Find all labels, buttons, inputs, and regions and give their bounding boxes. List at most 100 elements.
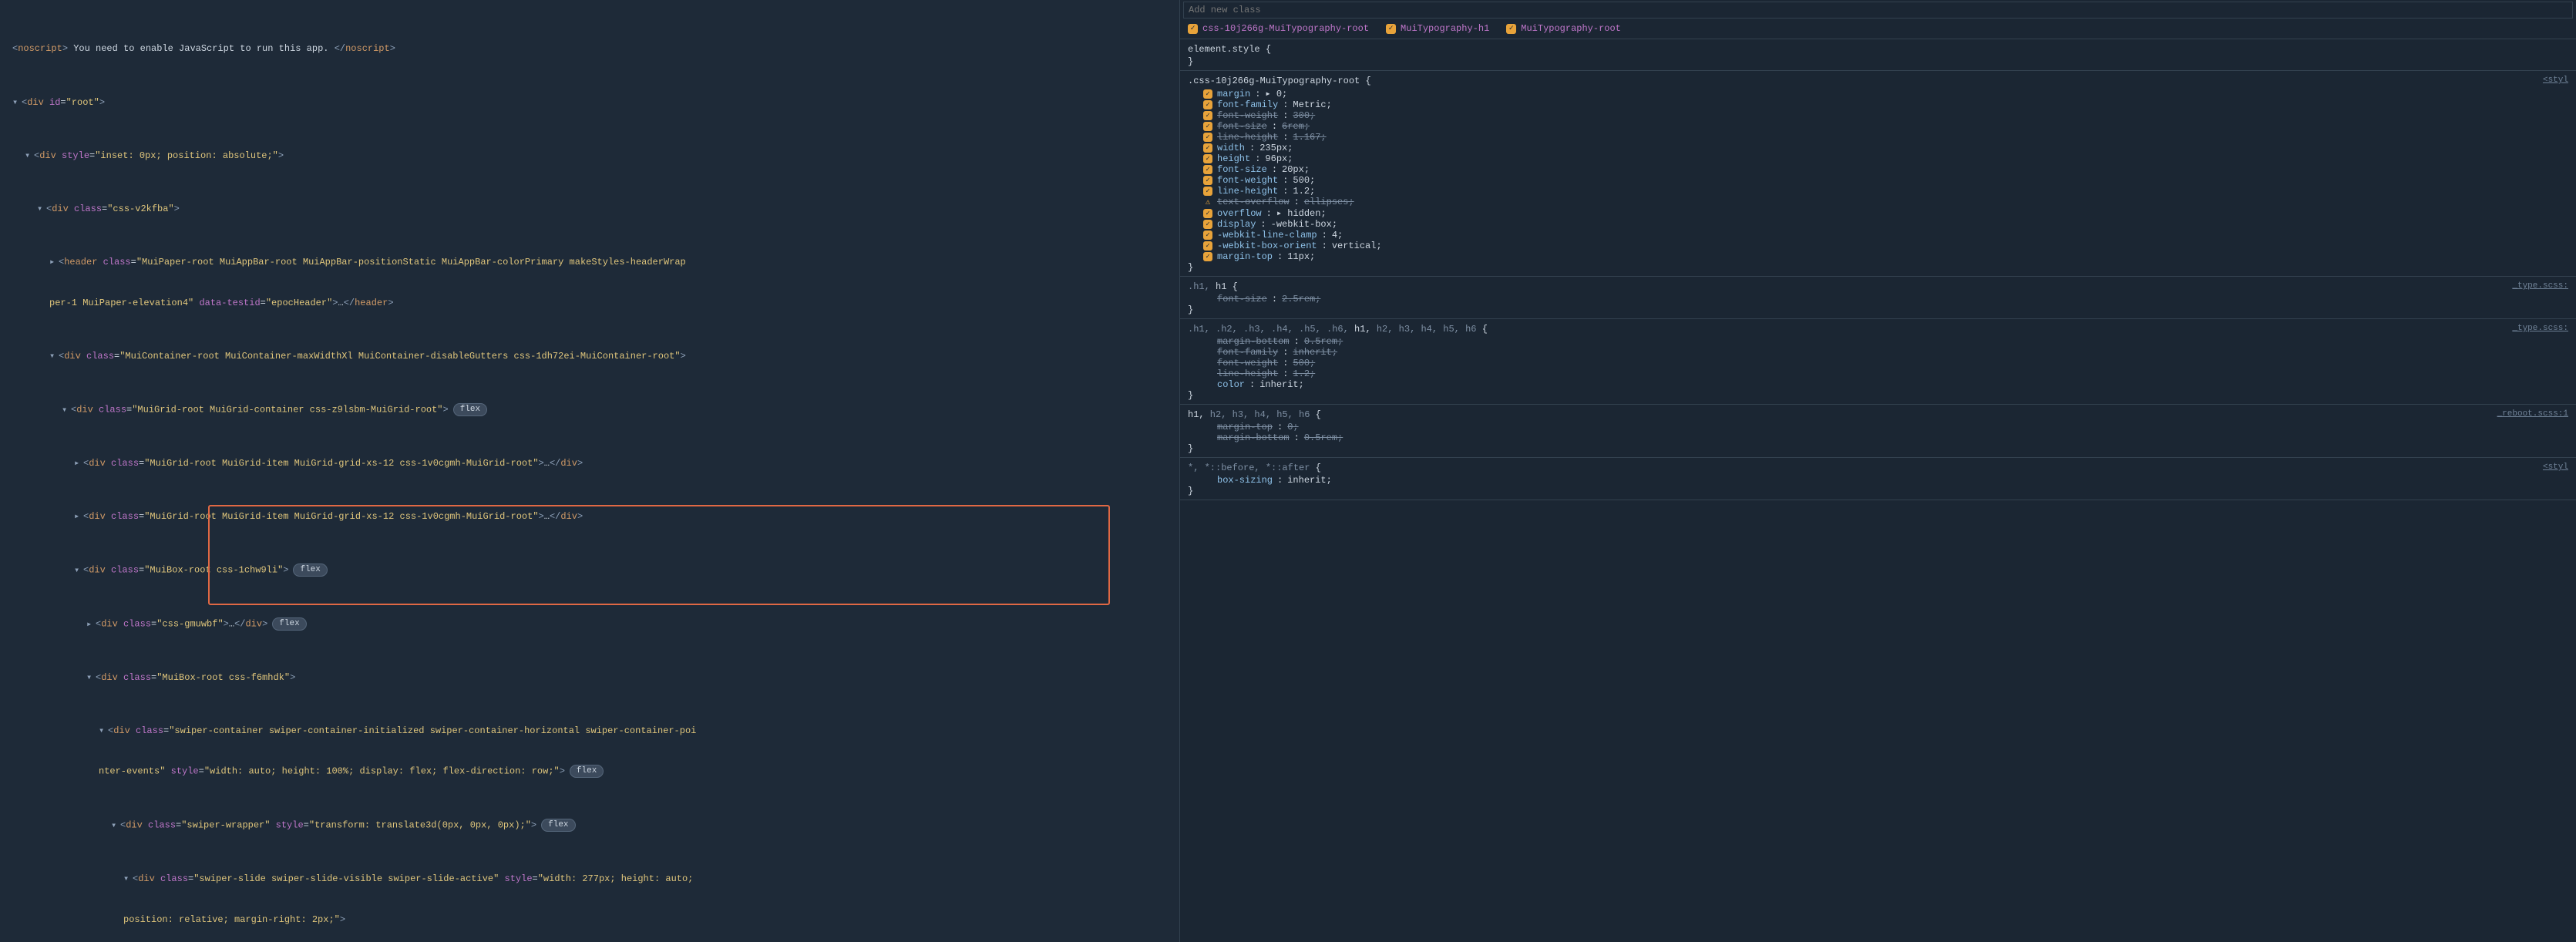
css-property-value[interactable]: 300; [1293,110,1315,121]
css-declaration[interactable]: box-sizing: inherit; [1203,475,2568,486]
property-toggle-checkbox[interactable]: ✓ [1203,176,1212,185]
css-property-value[interactable]: 0.5rem; [1304,336,1343,347]
css-declaration[interactable]: font-family: inherit; [1203,347,2568,358]
source-link[interactable]: <styl [2543,76,2568,86]
css-selector-dim[interactable]: *, *::before, *::after [1188,463,1310,473]
css-declaration[interactable]: ✓line-height: 1.167; [1203,132,2568,143]
css-declaration[interactable]: ✓margin-top: 11px; [1203,251,2568,262]
css-property-name[interactable]: font-family [1217,99,1278,110]
css-property-name[interactable]: display [1217,219,1256,230]
property-toggle-checkbox[interactable]: ✓ [1203,89,1212,99]
css-property-value[interactable]: 1.2; [1293,186,1315,197]
css-property-name[interactable]: line-height [1217,186,1278,197]
css-property-name[interactable]: font-size [1217,294,1267,304]
css-property-name[interactable]: margin-bottom [1217,432,1290,443]
css-property-name[interactable]: text-overflow [1217,197,1290,207]
css-declaration[interactable]: ✓display: -webkit-box; [1203,219,2568,230]
expand-arrow-icon[interactable]: ▾ [99,725,108,738]
expand-arrow-icon[interactable]: ▾ [25,150,34,163]
css-declaration[interactable]: ✓margin: ▸ 0; [1203,88,2568,99]
css-property-name[interactable]: overflow [1217,208,1262,219]
css-property-name[interactable]: box-sizing [1217,475,1273,486]
css-declaration[interactable]: margin-top: 0; [1203,422,2568,432]
css-declaration[interactable]: margin-bottom: 0.5rem; [1203,432,2568,443]
css-rule-block[interactable]: .h1, .h2, .h3, .h4, .h5, .h6, h1, h2, h3… [1180,319,2576,405]
css-property-name[interactable]: font-weight [1217,358,1278,368]
expand-arrow-icon[interactable]: ▾ [74,564,83,577]
css-selector[interactable]: element.style [1188,44,1260,55]
css-property-value[interactable]: 0; [1287,422,1298,432]
css-declaration[interactable]: line-height: 1.2; [1203,368,2568,379]
tree-row[interactable]: ▾<div class="swiper-slide swiper-slide-v… [0,872,1179,886]
expand-arrow-icon[interactable]: ▾ [111,819,120,833]
css-declaration[interactable]: ✓font-weight: 500; [1203,175,2568,186]
flex-badge[interactable]: flex [570,765,604,778]
css-declaration[interactable]: ✓width: 235px; [1203,143,2568,153]
css-property-name[interactable]: margin-top [1217,422,1273,432]
source-link[interactable]: _type.scss: [2512,324,2568,335]
tree-row[interactable]: ▾<div style="inset: 0px; position: absol… [0,149,1179,163]
source-link[interactable]: _type.scss: [2512,281,2568,292]
flex-badge[interactable]: flex [293,564,327,577]
css-declaration[interactable]: ✓-webkit-box-orient: vertical; [1203,241,2568,251]
css-property-value[interactable]: 20px; [1282,164,1310,175]
tree-row[interactable]: ▾<div class="css-v2kfba"> [0,202,1179,217]
css-property-name[interactable]: margin-top [1217,251,1273,262]
css-property-name[interactable]: -webkit-line-clamp [1217,230,1317,241]
tree-row[interactable]: ▾<div class="MuiGrid-root MuiGrid-contai… [0,402,1179,417]
css-property-name[interactable]: margin [1217,89,1250,99]
css-property-name[interactable]: margin-bottom [1217,336,1290,347]
flex-badge[interactable]: flex [453,403,487,416]
tree-row[interactable]: ▸<div class="css-gmuwbf">…</div>flex [0,617,1179,631]
tree-row[interactable]: ▾<div class="swiper-container swiper-con… [0,724,1179,738]
css-declaration[interactable]: ✓line-height: 1.2; [1203,186,2568,197]
css-property-value[interactable]: 4; [1332,230,1343,241]
expand-arrow-icon[interactable]: ▸ [74,510,83,523]
expand-arrow-icon[interactable]: ▾ [86,671,96,685]
css-rule-block[interactable]: element.style { } [1180,39,2576,71]
css-rule-block[interactable]: .h1, h1 { _type.scss: font-size: 2.5rem;… [1180,277,2576,319]
css-selector-dim[interactable]: h2, h3, h4, h5, h6 [1205,409,1310,420]
css-property-name[interactable]: font-weight [1217,175,1278,186]
property-toggle-checkbox[interactable]: ✓ [1203,143,1212,153]
css-property-value[interactable]: ▸ hidden; [1276,207,1327,219]
css-selector[interactable]: h1, [1188,409,1205,420]
css-property-value[interactable]: 1.167; [1293,132,1326,143]
add-class-input[interactable] [1184,2,2572,18]
css-declaration[interactable]: font-weight: 500; [1203,358,2568,368]
css-property-value[interactable]: inherit; [1259,379,1304,390]
css-property-value[interactable]: ellipses; [1304,197,1354,207]
css-selector-dim[interactable]: .h1, .h2, .h3, .h4, .h5, .h6, [1188,324,1349,335]
property-toggle-checkbox[interactable]: ✓ [1203,133,1212,142]
checkbox-icon[interactable]: ✓ [1506,24,1516,34]
property-toggle-checkbox[interactable]: ✓ [1203,122,1212,131]
property-toggle-checkbox[interactable]: ✓ [1203,241,1212,251]
expand-arrow-icon[interactable]: ▾ [49,350,59,363]
css-rules-list[interactable]: element.style { } .css-10j266g-MuiTypogr… [1180,39,2576,942]
css-rule-block[interactable]: *, *::before, *::after { <styl box-sizin… [1180,458,2576,500]
css-rule-block[interactable]: .css-10j266g-MuiTypography-root { <styl … [1180,71,2576,277]
css-property-name[interactable]: color [1217,379,1245,390]
css-property-value[interactable]: 500; [1293,175,1315,186]
checkbox-icon[interactable]: ✓ [1386,24,1396,34]
checkbox-icon[interactable]: ✓ [1188,24,1198,34]
expand-arrow-icon[interactable]: ▾ [37,203,46,216]
css-property-value[interactable]: 500; [1293,358,1315,368]
property-toggle-checkbox[interactable]: ✓ [1203,165,1212,174]
css-declaration[interactable]: ✓overflow: ▸ hidden; [1203,207,2568,219]
source-link[interactable]: <styl [2543,463,2568,473]
css-property-value[interactable]: 11px; [1287,251,1315,262]
css-property-name[interactable]: font-size [1217,121,1267,132]
css-property-value[interactable]: 96px; [1265,153,1293,164]
tree-row[interactable]: <noscript> You need to enable JavaScript… [0,42,1179,56]
css-property-value[interactable]: 1.2; [1293,368,1315,379]
css-property-name[interactable]: width [1217,143,1245,153]
tree-row[interactable]: ▾<div class="swiper-wrapper" style="tran… [0,818,1179,833]
property-toggle-checkbox[interactable]: ✓ [1203,209,1212,218]
css-property-name[interactable]: -webkit-box-orient [1217,241,1317,251]
css-property-value[interactable]: vertical; [1332,241,1382,251]
property-toggle-checkbox[interactable]: ✓ [1203,252,1212,261]
css-property-value[interactable]: -webkit-box; [1271,219,1337,230]
expand-arrow-icon[interactable]: ▸ [74,457,83,470]
css-property-name[interactable]: font-size [1217,164,1267,175]
